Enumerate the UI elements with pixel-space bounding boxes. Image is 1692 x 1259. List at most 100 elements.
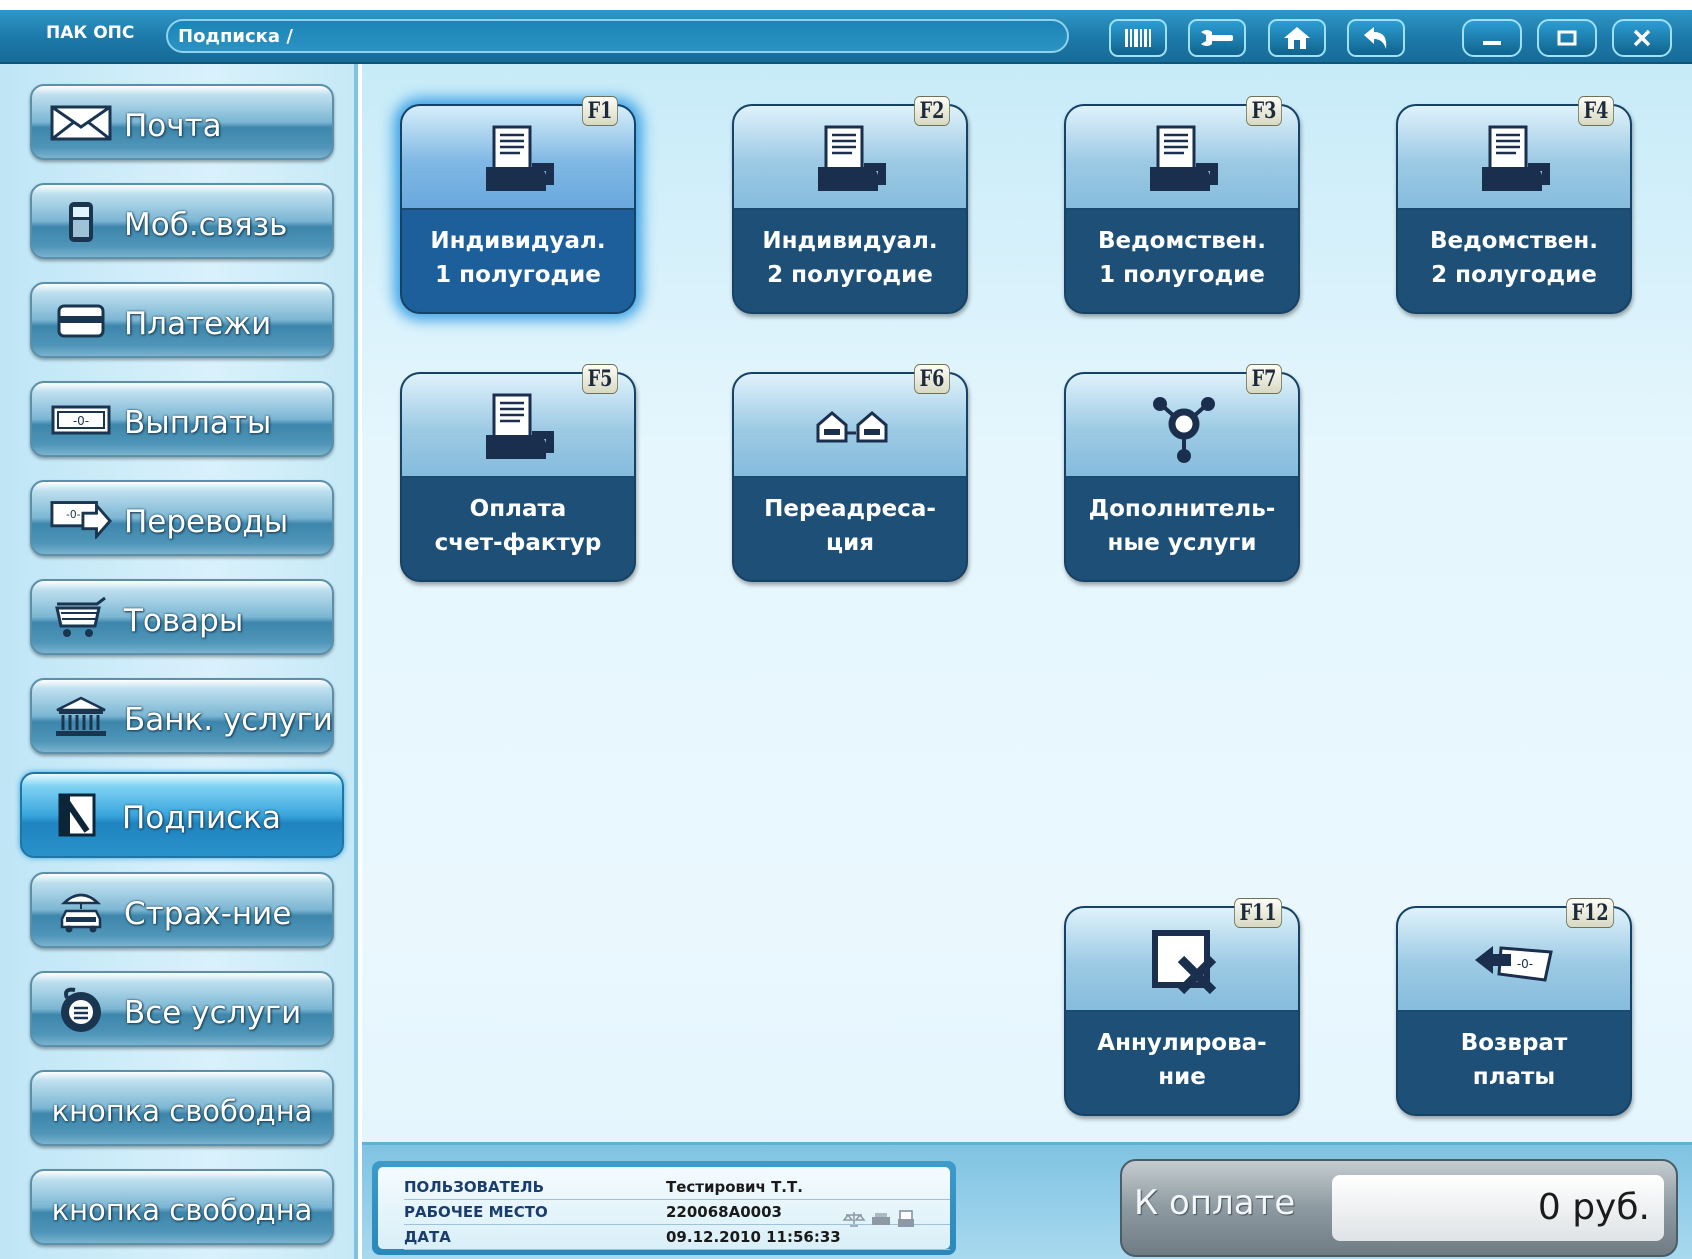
tile-label: Ведомствен. 1 полугодие	[1097, 228, 1267, 288]
back-arrow-icon	[1364, 27, 1387, 49]
subscription-icon	[46, 792, 108, 838]
banknote-icon: -0-	[50, 397, 112, 443]
bank-icon	[50, 694, 112, 740]
back-button[interactable]	[1347, 19, 1405, 57]
sidebar-item-label: кнопка свободна	[51, 1094, 313, 1128]
sidebar-item-label: Переводы	[124, 504, 289, 540]
sidebar-item-insurance[interactable]: Страх-ние	[30, 872, 334, 948]
envelope-icon	[50, 100, 112, 146]
workplace-label: РАБОЧЕЕ МЕСТО	[404, 1203, 548, 1221]
workplace-value: 220068A0003	[666, 1203, 782, 1221]
device-status-icons	[842, 1209, 916, 1229]
fkey-badge: F11	[1233, 898, 1282, 928]
sidebar-item-label: Банк. услуги	[124, 702, 333, 738]
payment-amount: 0 руб.	[1332, 1175, 1664, 1241]
barcode-icon	[1125, 29, 1151, 47]
tile-label: Ведомствен. 2 полугодие	[1429, 228, 1599, 288]
transfer-icon: -0-	[50, 496, 112, 542]
fkey-badge: F2	[914, 96, 950, 126]
fkey-badge: F7	[1246, 364, 1282, 394]
svg-text:-0-: -0-	[73, 414, 89, 428]
printer-icon	[872, 1213, 890, 1225]
additional-services-icon	[1134, 386, 1234, 470]
tile-individual-1[interactable]: F1 Индивидуал. 1 полугодие	[400, 96, 636, 314]
redirect-houses-icon	[802, 386, 902, 470]
sidebar-item-payouts[interactable]: -0- Выплаты	[30, 381, 334, 457]
session-info-panel: ПОЛЬЗОВАТЕЛЬ Тестирович Т.Т. РАБОЧЕЕ МЕС…	[372, 1161, 956, 1255]
close-icon	[1633, 29, 1651, 47]
barcode-button[interactable]	[1109, 19, 1167, 57]
all-services-icon	[50, 987, 112, 1033]
wrench-icon	[1201, 30, 1233, 46]
minimize-icon	[1483, 41, 1501, 45]
insurance-icon	[50, 888, 112, 934]
tile-departmental-2[interactable]: F4 Ведомствен. 2 полугодие	[1396, 96, 1632, 314]
home-icon	[1284, 27, 1310, 49]
user-value: Тестирович Т.Т.	[666, 1178, 803, 1196]
document-hand-icon	[470, 386, 570, 470]
sidebar-item-subscription[interactable]: Подписка	[20, 772, 344, 858]
tile-invoice-payment[interactable]: F5 Оплата счет-фактур	[400, 364, 636, 582]
main-area: F1 Индивидуал. 1 полугодие F2 Индивидуал…	[362, 64, 1692, 1142]
tile-label: Возврат платы	[1460, 1030, 1568, 1090]
document-hand-icon	[1466, 118, 1566, 202]
fkey-badge: F6	[914, 364, 950, 394]
sidebar-item-payments[interactable]: Платежи	[30, 282, 334, 358]
tile-redirect[interactable]: F6 Переадреса- ция	[732, 364, 968, 582]
sidebar-item-label: Выплаты	[124, 405, 272, 441]
tile-refund[interactable]: F12 -0- Возврат платы	[1396, 898, 1632, 1116]
sidebar-item-label: Товары	[124, 603, 244, 639]
sidebar-item-label: Почта	[124, 108, 222, 144]
status-bar: ПОЛЬЗОВАТЕЛЬ Тестирович Т.Т. РАБОЧЕЕ МЕС…	[362, 1142, 1692, 1259]
sidebar-item-mobile[interactable]: Моб.связь	[30, 183, 334, 259]
fkey-badge: F1	[582, 96, 618, 126]
sidebar-item-free-2[interactable]: кнопка свободна	[30, 1169, 334, 1245]
refund-icon: -0-	[1466, 920, 1566, 1004]
fkey-badge: F4	[1578, 96, 1614, 126]
breadcrumb: Подписка /	[166, 19, 1069, 53]
app-name: ПАК ОПС	[46, 23, 135, 43]
sidebar-item-goods[interactable]: Товары	[30, 579, 334, 655]
tile-label: Переадреса- ция	[764, 496, 936, 556]
payment-label: К оплате	[1134, 1183, 1296, 1223]
sidebar-item-label: кнопка свободна	[51, 1193, 313, 1227]
sidebar-item-label: Платежи	[124, 306, 272, 342]
sidebar-item-bank[interactable]: Банк. услуги	[30, 678, 334, 754]
tile-label: Дополнитель- ные услуги	[1088, 496, 1276, 556]
tile-cancellation[interactable]: F11 Аннулирова- ние	[1064, 898, 1300, 1116]
tile-label: Аннулирова- ние	[1097, 1030, 1267, 1090]
sidebar-item-all-services[interactable]: Все услуги	[30, 971, 334, 1047]
document-hand-icon	[802, 118, 902, 202]
cancel-icon	[1134, 920, 1234, 1004]
maximize-icon	[1557, 30, 1577, 46]
sidebar-item-label: Моб.связь	[124, 207, 288, 243]
maximize-button[interactable]	[1537, 19, 1597, 57]
sidebar-item-mail[interactable]: Почта	[30, 84, 334, 160]
fkey-badge: F12	[1565, 898, 1614, 928]
document-hand-icon	[470, 118, 570, 202]
card-icon	[50, 298, 112, 344]
document-hand-icon	[1134, 118, 1234, 202]
tile-individual-2[interactable]: F2 Индивидуал. 2 полугодие	[732, 96, 968, 314]
payment-panel: К оплате 0 руб.	[1120, 1159, 1678, 1257]
tile-label: Индивидуал. 2 полугодие	[762, 228, 938, 288]
minimize-button[interactable]	[1462, 19, 1522, 57]
sidebar: Почта Моб.связь Платежи -0- Выплаты -0- …	[0, 64, 358, 1259]
fkey-badge: F5	[582, 364, 618, 394]
tile-departmental-1[interactable]: F3 Ведомствен. 1 полугодие	[1064, 96, 1300, 314]
cart-icon	[50, 595, 112, 641]
date-value: 09.12.2010 11:56:33	[666, 1228, 841, 1246]
user-label: ПОЛЬЗОВАТЕЛЬ	[404, 1178, 545, 1196]
date-label: ДАТА	[404, 1228, 451, 1246]
fkey-badge: F3	[1246, 96, 1282, 126]
sidebar-item-transfers[interactable]: -0- Переводы	[30, 480, 334, 556]
tile-additional-services[interactable]: F7 Дополнитель- ные услуги	[1064, 364, 1300, 582]
close-button[interactable]	[1612, 19, 1672, 57]
svg-text:-0-: -0-	[66, 508, 81, 521]
settings-button[interactable]	[1188, 19, 1246, 57]
sidebar-item-free-1[interactable]: кнопка свободна	[30, 1070, 334, 1146]
title-bar: ПАК ОПС Подписка /	[0, 10, 1692, 64]
tile-label: Оплата счет-фактур	[434, 496, 602, 556]
home-button[interactable]	[1268, 19, 1326, 57]
sidebar-item-label: Страх-ние	[124, 896, 292, 932]
